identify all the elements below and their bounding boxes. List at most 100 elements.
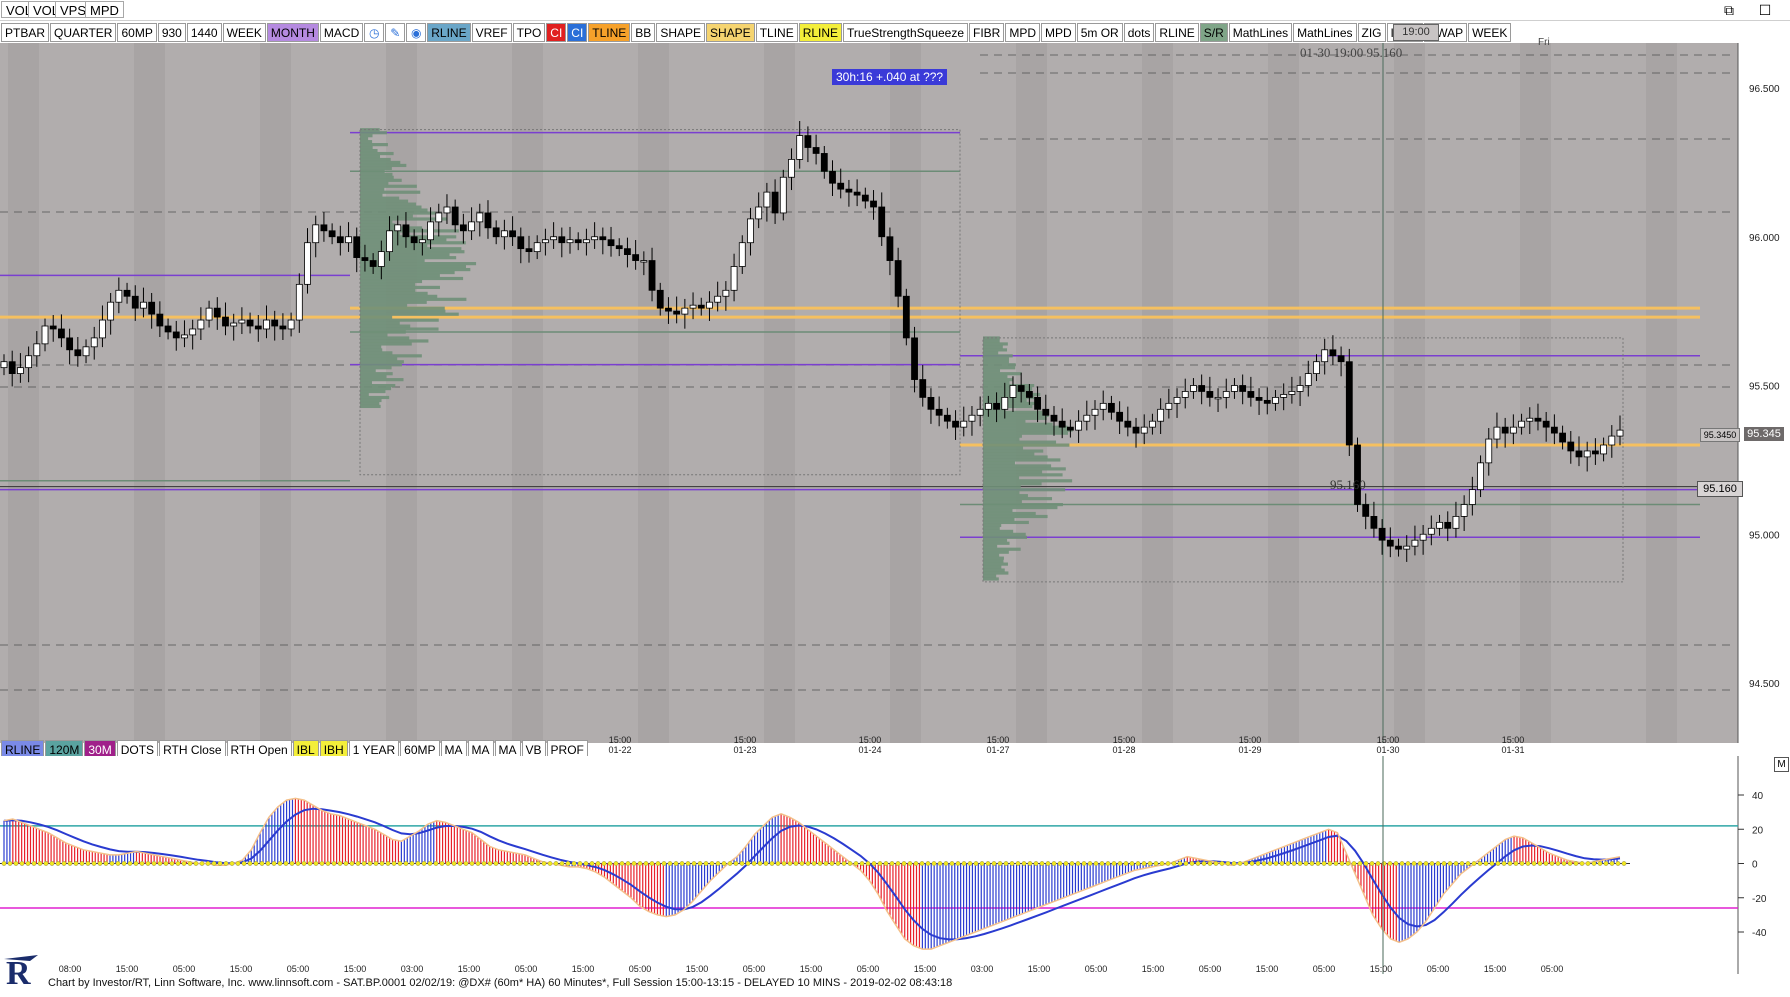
profile-bar (983, 449, 1044, 453)
toolbar-button-60mp[interactable]: 60MP (117, 23, 157, 42)
profile-bar (360, 309, 446, 313)
candle-body (911, 337, 918, 380)
toolbar-button-fibr[interactable]: FIBR (969, 23, 1005, 42)
toolbar-button-bb[interactable]: BB (631, 23, 656, 42)
zero-dot (937, 861, 943, 866)
candle-body (632, 254, 640, 261)
zero-dot (1429, 861, 1435, 866)
toolbar-button-month[interactable]: MONTH (266, 23, 319, 42)
candle-body (640, 260, 648, 263)
toolbar-button-5m-or[interactable]: 5m OR (1076, 23, 1123, 42)
macd-chart[interactable]: 40 20 0 -20 -40 08:00 15:00 05:00 15:00 05:00 15:0… (0, 756, 1790, 974)
zero-dot (769, 861, 775, 866)
candle-body (435, 212, 443, 223)
zero-dot (217, 861, 223, 866)
x-tick-label: 01-27 (986, 745, 1009, 755)
toolbar-button-shape[interactable]: SHAPE (706, 23, 755, 42)
zero-dot (109, 861, 115, 866)
toolbar-button-shape[interactable]: SHAPE (656, 23, 705, 42)
candle-body (82, 346, 90, 357)
price-tick-label: 95.500 (1749, 382, 1780, 393)
zero-dot (1345, 861, 1351, 866)
profile-bar (360, 345, 382, 349)
zero-dot (1003, 861, 1009, 866)
zero-dot (1033, 861, 1039, 866)
toolbar-button-930[interactable]: 930 (157, 23, 186, 42)
time-tick-label: 15:00 (1484, 964, 1507, 974)
zero-dot (1159, 861, 1165, 866)
zero-dot (331, 861, 337, 866)
zero-dot (1417, 861, 1423, 866)
profile-bar (360, 172, 393, 176)
toolbar-button-tline[interactable]: TLINE (588, 23, 631, 42)
toolbar-button-macd[interactable]: MACD (319, 23, 364, 42)
zero-dot (121, 861, 127, 866)
time-tick-label: 05:00 (1313, 964, 1336, 974)
candle-body (722, 289, 730, 297)
toolbar-button-rline[interactable]: RLINE (798, 23, 843, 42)
price-chart[interactable]: 96.50096.00095.50095.00094.50015:0001-22… (0, 43, 1790, 763)
restore-icon[interactable]: ⧉ (1716, 0, 1742, 20)
profile-bar (983, 503, 1063, 507)
profile-bar (983, 452, 1035, 456)
zero-dot (847, 861, 853, 866)
toolbar-button-mpd[interactable]: MPD (1041, 23, 1076, 42)
toolbar-button-ptbar[interactable]: PTBAR (1, 23, 50, 42)
zero-dot (1501, 861, 1507, 866)
toolbar-button-dots[interactable]: dots (1123, 23, 1155, 42)
color-drop-icon[interactable]: ◉ (406, 23, 427, 42)
toolbar-button-mathlines[interactable]: MathLines (1228, 23, 1293, 42)
price-tick-label: 94.500 (1749, 679, 1780, 690)
candle-body (1477, 462, 1484, 491)
candle-body (673, 310, 681, 315)
profile-bar (360, 169, 385, 173)
zero-dot (1069, 861, 1075, 866)
toolbar-button-rline[interactable]: RLINE (1155, 23, 1199, 42)
toolbar-button-ci[interactable]: CI (567, 23, 588, 42)
zero-dot (337, 861, 343, 866)
pencil-icon[interactable]: ✎ (385, 23, 406, 42)
profile-bar (983, 357, 1009, 361)
toolbar-button-tline[interactable]: TLINE (755, 23, 798, 42)
profile-bar (360, 190, 421, 194)
toolbar-button-mpd[interactable]: MPD (1005, 23, 1041, 42)
profile-bar (983, 550, 1009, 554)
toolbar-button-rline[interactable]: RLINE (427, 23, 471, 42)
profile-bar (983, 351, 999, 355)
toolbar-button-ci[interactable]: CI (546, 23, 567, 42)
toolbar-button-truestrengthsqueeze[interactable]: TrueStrengthSqueeze (843, 23, 969, 42)
zero-dot (49, 861, 55, 866)
candle-body (287, 319, 295, 330)
macd-tick-label: 40 (1752, 791, 1764, 802)
profile-bar (983, 413, 1049, 417)
zero-dot (103, 861, 109, 866)
candle-body (1083, 414, 1091, 422)
profile-bar (360, 146, 373, 150)
time-tick-label: 05:00 (173, 964, 196, 974)
candle-body (1542, 420, 1550, 428)
toolbar-button-zig[interactable]: ZIG (1357, 23, 1386, 42)
zero-dot (577, 861, 583, 866)
toolbar-button-tpo[interactable]: TPO (512, 23, 546, 42)
toolbar-button-1440[interactable]: 1440 (186, 23, 222, 42)
zero-dot (1609, 861, 1615, 866)
toolbar-button-mathlines[interactable]: MathLines (1293, 23, 1357, 42)
toolbar-button-week[interactable]: WEEK (222, 23, 266, 42)
profile-bar (983, 511, 1036, 516)
zero-dot (433, 861, 439, 866)
toolbar-button-s-r[interactable]: S/R (1199, 23, 1228, 42)
profile-bar (360, 262, 477, 266)
x-tick-label: 15:00 (734, 735, 757, 745)
zero-dot (1387, 861, 1393, 866)
profile-bar (360, 196, 400, 200)
profile-bar (983, 464, 1052, 468)
zero-dot (1327, 861, 1333, 866)
maximize-icon[interactable]: ☐ (1752, 0, 1778, 20)
profile-bar (983, 541, 1010, 545)
zero-dot (667, 861, 673, 866)
toolbar-button-quarter[interactable]: QUARTER (50, 23, 117, 42)
toolbar-button-week[interactable]: WEEK (1468, 23, 1512, 42)
clock-icon[interactable]: ◷ (364, 23, 385, 42)
menu-item[interactable]: MPD (85, 1, 124, 18)
toolbar-button-vref[interactable]: VREF (471, 23, 512, 42)
